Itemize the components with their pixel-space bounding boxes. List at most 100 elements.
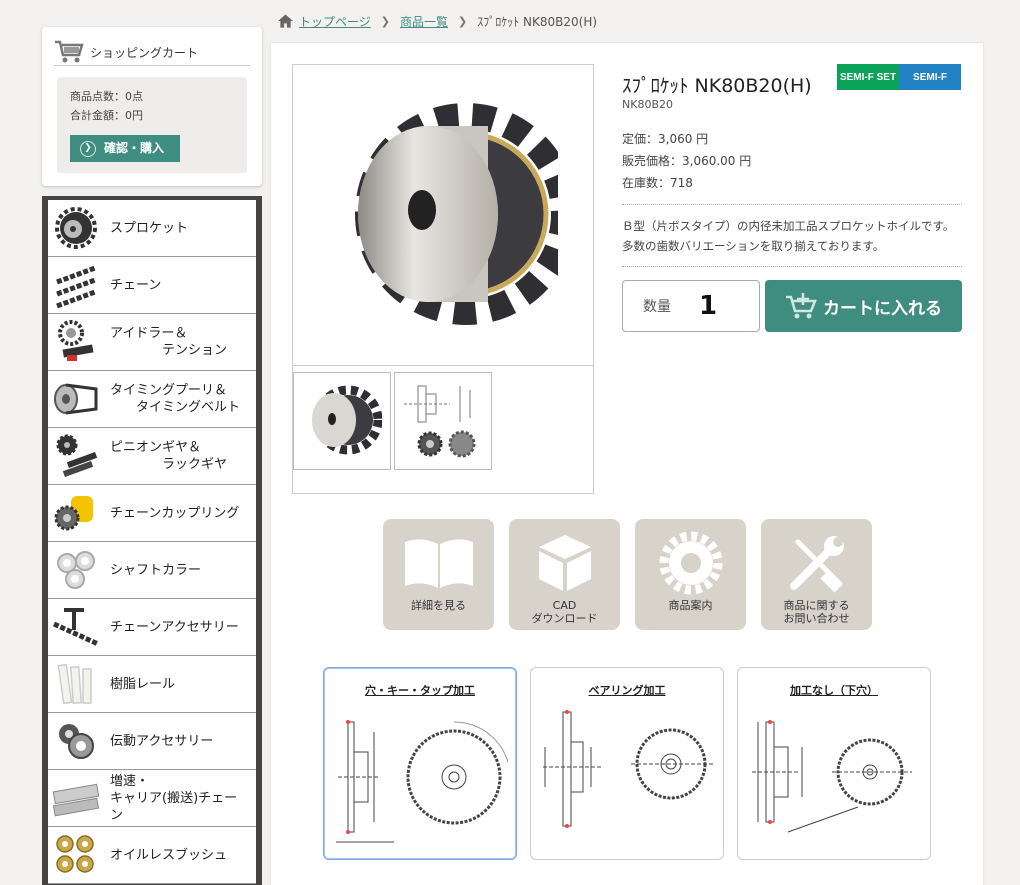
category-item-idler[interactable]: アイドラー＆ テンション (48, 314, 256, 371)
action-label: 商品案内 (668, 599, 713, 612)
category-item-carrier-chain[interactable]: 増速・ キャリア(搬送)チェーン (48, 770, 256, 827)
category-label: スプロケット (110, 220, 189, 236)
processing-option-key-tap[interactable]: 穴・キー・タップ加工 (323, 667, 517, 860)
processing-option-no-machining[interactable]: 加工なし（下穴） (737, 667, 931, 860)
thumbnail-photo[interactable] (293, 372, 391, 470)
breadcrumb-list-link[interactable]: 商品一覧 (400, 13, 448, 30)
product-guide-button[interactable]: 商品案内 (635, 519, 746, 630)
category-item-sprocket[interactable]: スプロケット (48, 200, 256, 257)
category-label: シャフトカラー (110, 562, 202, 578)
breadcrumb-home-link[interactable]: トップページ (299, 13, 371, 30)
divider (622, 266, 962, 267)
product-main-image (292, 64, 594, 366)
chevron-right-icon: ❯ (458, 14, 468, 28)
home-icon[interactable] (278, 14, 293, 28)
processing-options: 穴・キー・タップ加工 ベアリング加工 加工なし（下穴） (323, 667, 931, 860)
cart-header: ショッピングカート (54, 39, 250, 66)
processing-option-bearing[interactable]: ベアリング加工 (530, 667, 724, 860)
divider (622, 204, 962, 205)
category-item-chain[interactable]: チェーン (48, 257, 256, 314)
category-item-coupling[interactable]: チェーンカップリング (48, 485, 256, 542)
category-label: タイミングプーリ＆ タイミングベルト (110, 383, 241, 415)
category-item-pinion-gear[interactable]: ピニオンギヤ＆ ラックギヤ (48, 428, 256, 485)
category-item-bushing[interactable]: オイルレスブッシュ (48, 827, 256, 884)
sprocket-icon (48, 203, 104, 253)
category-label: チェーンカップリング (110, 505, 240, 521)
action-label: 詳細を見る (411, 599, 466, 612)
view-details-button[interactable]: 詳細を見る (383, 519, 494, 630)
breadcrumb: トップページ ❯ 商品一覧 ❯ ｽﾌﾟﾛｹｯﾄ NK80B20(H) (278, 12, 597, 30)
action-buttons: 詳細を見る CAD ダウンロード 商品案内 商品に関する お問い合わせ (383, 519, 872, 630)
product-description: Ｂ型（片ボスタイプ）の内径未加工品スプロケットホイルです。多数の歯数バリエーショ… (622, 219, 955, 253)
quantity-field[interactable]: 数量 1 (622, 280, 760, 332)
resin-rail-icon (48, 659, 104, 709)
processing-option-label: 穴・キー・タップ加工 (365, 684, 475, 697)
category-item-timing-pulley[interactable]: タイミングプーリ＆ タイミングベルト (48, 371, 256, 428)
category-item-chain-accessory[interactable]: チェーンアクセサリー (48, 599, 256, 656)
shaft-collar-icon (48, 545, 104, 595)
chain-accessory-icon (48, 602, 104, 652)
action-label: 商品に関する お問い合わせ (783, 599, 850, 625)
category-item-transmission-accessory[interactable]: 伝動アクセサリー (48, 713, 256, 770)
transmission-accessory-icon (48, 716, 104, 766)
category-item-resin-rail[interactable]: 樹脂レール (48, 656, 256, 713)
arrow-right-icon: ❯ (80, 140, 96, 157)
cad-download-button[interactable]: CAD ダウンロード (509, 519, 620, 630)
coupling-icon (48, 488, 104, 538)
product-name: ｽﾌﾟﾛｹｯﾄ NK80B20(H) (622, 75, 812, 97)
tools-icon (786, 533, 848, 593)
processing-drawing (752, 720, 912, 833)
semi-f-badge: SEMI-F (899, 64, 961, 90)
sprocket-photo (355, 102, 558, 325)
cart-total: 合計金額：0円 (70, 109, 143, 122)
bushing-icon (48, 830, 104, 880)
cube-icon (535, 533, 595, 593)
cart-plus-icon (786, 293, 817, 319)
category-item-shaft-collar[interactable]: シャフトカラー (48, 542, 256, 599)
processing-drawing (543, 710, 713, 828)
chevron-right-icon: ❯ (380, 14, 390, 28)
category-label: チェーン (110, 277, 162, 293)
quantity-label: 数量 (643, 299, 671, 315)
product-panel: SEMI-F SET SEMI-F ｽﾌﾟﾛｹｯﾄ NK80B20(H) NK8… (271, 43, 983, 885)
processing-drawing (336, 720, 508, 843)
category-label: 樹脂レール (110, 676, 176, 692)
add-to-cart-label: カートに入れる (823, 298, 942, 319)
product-code: NK80B20 (622, 98, 673, 111)
processing-option-label: 加工なし（下穴） (790, 684, 878, 697)
category-label: チェーンアクセサリー (110, 619, 239, 635)
category-label: 伝動アクセサリー (110, 733, 214, 749)
pinion-gear-icon (48, 431, 104, 481)
product-info: 定価：3,060 円 販売価格：3,060.00 円 在庫数：718 (622, 128, 751, 194)
carrier-chain-icon (48, 773, 104, 823)
category-label: オイルレスブッシュ (110, 847, 228, 863)
quantity-value[interactable]: 1 (699, 291, 717, 321)
shopping-cart-icon (55, 40, 84, 63)
timing-pulley-icon (48, 374, 104, 424)
action-label: CAD ダウンロード (531, 599, 598, 625)
category-label: アイドラー＆ テンション (110, 326, 228, 358)
confirm-purchase-label: 確認・購入 (104, 141, 165, 155)
confirm-purchase-button[interactable]: ❯ 確認・購入 (70, 135, 180, 162)
category-label: 増速・ キャリア(搬送)チェーン (110, 773, 238, 823)
category-nav: スプロケット チェーン アイドラー＆ テンション タイミングプーリ＆ タイミング… (42, 196, 262, 885)
category-label: ピニオンギヤ＆ ラックギヤ (110, 440, 228, 472)
breadcrumb-current: ｽﾌﾟﾛｹｯﾄ NK80B20(H) (477, 14, 598, 29)
add-to-cart-button[interactable]: カートに入れる (765, 280, 962, 332)
list-price: 定価：3,060 円 (622, 132, 709, 146)
semi-f-set-badge: SEMI-F SET (837, 64, 899, 90)
badge-group: SEMI-F SET SEMI-F (837, 64, 961, 90)
product-inquiry-button[interactable]: 商品に関する お問い合わせ (761, 519, 872, 630)
processing-option-label: ベアリング加工 (588, 684, 666, 697)
cart-box: ショッピングカート 商品点数：0点 合計金額：0円 ❯ 確認・購入 (42, 27, 262, 186)
thumbnail-drawing[interactable] (394, 372, 492, 470)
chain-icon (48, 260, 104, 310)
stock-count: 在庫数：718 (622, 176, 693, 190)
sale-price: 販売価格：3,060.00 円 (622, 154, 752, 168)
cart-items-count: 商品点数：0点 (70, 90, 143, 103)
cart-summary: 商品点数：0点 合計金額：0円 ❯ 確認・購入 (57, 77, 247, 173)
thumbnail-strip (292, 365, 594, 494)
idler-icon (48, 317, 104, 367)
cart-title: ショッピングカート (90, 45, 199, 60)
gear-icon (659, 531, 723, 595)
